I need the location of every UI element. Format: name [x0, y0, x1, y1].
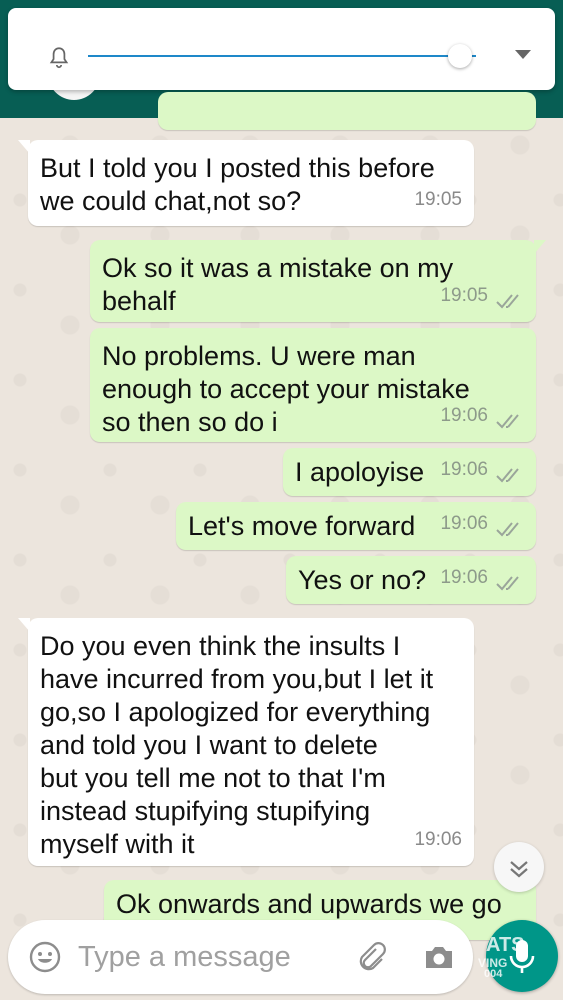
message-time: 19:06 [440, 459, 488, 480]
message-bubble-outgoing[interactable]: Yes or no? 19:06 [286, 556, 536, 604]
emoji-icon[interactable] [28, 940, 62, 974]
message-bubble-outgoing[interactable]: Ok so it was a mistake on my behalf 19:0… [90, 240, 546, 322]
message-text: No problems. U were man enough to accept… [102, 341, 470, 437]
bubble-tail [18, 140, 30, 154]
volume-slider-thumb[interactable] [448, 44, 472, 68]
bubble-tail [18, 618, 30, 632]
double-check-icon [496, 522, 519, 537]
volume-popup [8, 8, 555, 90]
double-check-icon [496, 576, 519, 591]
message-bubble-incoming[interactable]: Do you even think the insults I have inc… [18, 618, 474, 866]
message-bubble-outgoing[interactable]: No problems. U were man enough to accept… [90, 328, 536, 442]
message-bubble-outgoing[interactable]: I apoloyise 19:06 [283, 448, 536, 496]
message-text: I apoloyise [295, 457, 425, 487]
scroll-down-button[interactable] [494, 842, 544, 892]
message-text: But I told you I posted this before we c… [40, 153, 435, 216]
message-time: 19:06 [440, 567, 488, 588]
double-check-icon [496, 468, 519, 483]
message-time: 19:06 [414, 829, 462, 850]
message-text: Ok onwards and upwards we go [116, 889, 502, 919]
bell-icon[interactable] [46, 45, 72, 71]
message-time: 19:06 [440, 513, 488, 534]
message-time: 19:06 [440, 405, 488, 426]
message-time: 19:05 [440, 285, 488, 306]
message-time: 19:05 [414, 189, 462, 210]
message-text: Ok so it was a mistake on my behalf [102, 253, 454, 316]
bubble-tail [534, 240, 546, 254]
message-input[interactable]: Type a message [78, 941, 291, 974]
message-composer[interactable]: Type a message [8, 920, 473, 994]
message-text: Let's move forward [188, 511, 416, 541]
chevron-down-icon[interactable] [515, 50, 531, 59]
watermark: ATS VING 004 [424, 934, 525, 980]
watermark-text: ATS [486, 934, 525, 956]
watermark-text: 004 [484, 968, 503, 980]
message-bubble-incoming[interactable]: But I told you I posted this before we c… [18, 140, 474, 226]
message-bubble-partial[interactable] [158, 92, 536, 130]
message-text: Do you even think the insults I have inc… [40, 631, 434, 859]
message-text: Yes or no? [298, 565, 427, 595]
double-check-icon [496, 294, 519, 309]
paperclip-icon[interactable] [354, 940, 388, 974]
volume-slider[interactable] [88, 55, 476, 57]
double-check-icon [496, 414, 519, 429]
scroll-down-icon [510, 861, 528, 878]
message-bubble-outgoing[interactable]: Let's move forward 19:06 [176, 502, 536, 550]
